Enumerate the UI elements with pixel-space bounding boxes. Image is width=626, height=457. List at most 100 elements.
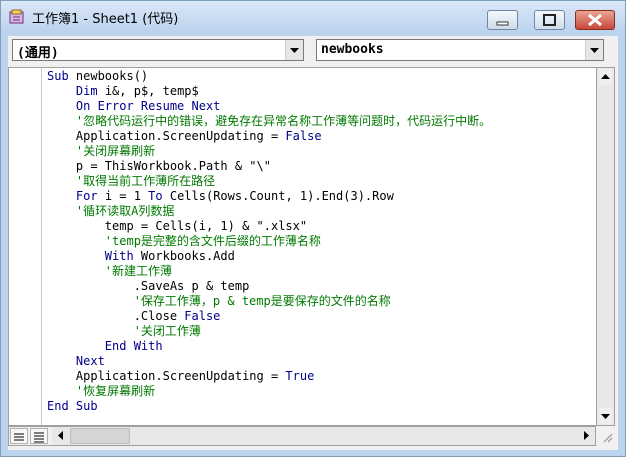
code-keyword: End Sub — [47, 399, 98, 413]
code-keyword: False — [184, 309, 221, 323]
code-comment: '新建工作薄 — [47, 264, 173, 278]
code-comment: '关闭工作薄 — [47, 324, 201, 338]
code-line[interactable]: p = ThisWorkbook.Path & "\" — [47, 159, 491, 174]
maximize-button[interactable] — [534, 10, 565, 30]
code-line[interactable]: .SaveAs p & temp — [47, 279, 491, 294]
code-token: .Close — [47, 309, 185, 323]
code-line[interactable]: '循环读取A列数据 — [47, 204, 491, 219]
code-line[interactable]: '关闭工作薄 — [47, 324, 491, 339]
code-line[interactable]: '关闭屏幕刷新 — [47, 144, 491, 159]
code-keyword: Dim — [75, 84, 98, 98]
title-bar[interactable]: 工作簿1 - Sheet1 (代码) — [1, 1, 625, 31]
object-combo[interactable]: (通用) — [12, 39, 304, 61]
procedure-view-button[interactable] — [10, 428, 28, 444]
code-line[interactable]: Dim i&, p$, temp$ — [47, 84, 491, 99]
code-comment: 'temp是完整的含文件后缀的工作薄名称 — [47, 234, 321, 248]
code-token: p = ThisWorkbook.Path & "\" — [47, 159, 271, 173]
code-keyword: To — [148, 189, 163, 203]
code-token: Application.ScreenUpdating = — [47, 369, 286, 383]
code-line[interactable]: temp = Cells(i, 1) & ".xlsx" — [47, 219, 491, 234]
scroll-down-button[interactable] — [599, 408, 612, 424]
resize-grip[interactable] — [598, 428, 614, 444]
scroll-right-button[interactable] — [579, 428, 594, 444]
minimize-button[interactable] — [487, 10, 518, 30]
code-line[interactable]: '取得当前工作薄所在路径 — [47, 174, 491, 189]
chevron-down-icon — [590, 48, 599, 53]
code-token: i = 1 — [97, 189, 149, 203]
maximize-icon — [543, 14, 556, 26]
code-comment: '关闭屏幕刷新 — [47, 144, 156, 158]
code-keyword: True — [285, 369, 315, 383]
procedure-combo[interactable]: newbooks — [316, 39, 604, 61]
code-line[interactable]: With Workbooks.Add — [47, 249, 491, 264]
code-editor[interactable]: Sub newbooks() Dim i&, p$, temp$ On Erro… — [8, 67, 596, 426]
code-line[interactable]: '新建工作薄 — [47, 264, 491, 279]
procedure-view-icon — [14, 433, 24, 441]
code-comment: '取得当前工作薄所在路径 — [47, 174, 216, 188]
code-text[interactable]: Sub newbooks() Dim i&, p$, temp$ On Erro… — [47, 69, 491, 414]
code-token: newbooks() — [68, 69, 149, 83]
scroll-left-button[interactable] — [53, 428, 68, 444]
code-keyword: Sub — [47, 69, 69, 83]
code-line[interactable]: Application.ScreenUpdating = False — [47, 129, 491, 144]
code-comment: '忽略代码运行中的错误，避免存在异常名称工作薄等问题时，代码运行中断。 — [47, 114, 492, 128]
object-combo-value: (通用) — [17, 46, 59, 61]
code-comment: '保存工作薄，p & temp是要保存的文件的名称 — [47, 294, 391, 308]
code-line[interactable]: On Error Resume Next — [47, 99, 491, 114]
code-token: .SaveAs p & temp — [47, 279, 250, 293]
code-comment: '循环读取A列数据 — [47, 204, 175, 218]
code-line[interactable]: Sub newbooks() — [47, 69, 491, 84]
arrow-right-icon — [584, 431, 589, 440]
code-token: i&, p$, temp$ — [97, 84, 199, 98]
horizontal-scrollbar[interactable] — [52, 427, 595, 445]
bottom-bar — [8, 426, 596, 446]
code-window: 工作簿1 - Sheet1 (代码) (通用) newbooks Sub new… — [0, 0, 626, 457]
code-comment: '恢复屏幕刷新 — [47, 384, 156, 398]
code-line[interactable]: '保存工作薄，p & temp是要保存的文件的名称 — [47, 294, 491, 309]
close-button[interactable] — [575, 10, 615, 30]
window-title: 工作簿1 - Sheet1 (代码) — [32, 12, 179, 27]
margin-indicator-bar[interactable] — [9, 68, 42, 425]
arrow-left-icon — [58, 431, 63, 440]
full-module-view-icon — [34, 432, 44, 443]
code-keyword: With — [104, 249, 134, 263]
close-icon — [588, 13, 602, 27]
minimize-icon — [496, 21, 509, 26]
code-line[interactable]: 'temp是完整的含文件后缀的工作薄名称 — [47, 234, 491, 249]
code-line[interactable]: Application.ScreenUpdating = True — [47, 369, 491, 384]
procedure-combo-value: newbooks — [321, 42, 384, 57]
code-token: temp = Cells(i, 1) & ".xlsx" — [47, 219, 308, 233]
code-token: Application.ScreenUpdating = — [47, 129, 286, 143]
full-module-view-button[interactable] — [30, 428, 48, 444]
resize-grip-icon — [603, 433, 613, 443]
arrow-up-icon — [601, 74, 610, 79]
code-keyword: On Error Resume Next — [75, 99, 221, 113]
procedure-combo-dropdown[interactable] — [585, 40, 603, 60]
vba-module-icon — [9, 9, 25, 24]
vertical-scrollbar[interactable] — [596, 67, 615, 426]
code-keyword: End With — [104, 339, 163, 353]
code-line[interactable]: .Close False — [47, 309, 491, 324]
code-keyword: For — [75, 189, 98, 203]
code-line[interactable]: '恢复屏幕刷新 — [47, 384, 491, 399]
code-line[interactable]: For i = 1 To Cells(Rows.Count, 1).End(3)… — [47, 189, 491, 204]
code-line[interactable]: Next — [47, 354, 491, 369]
code-keyword: False — [285, 129, 322, 143]
arrow-down-icon — [601, 414, 610, 419]
chevron-down-icon — [290, 48, 299, 53]
code-keyword: Next — [75, 354, 105, 368]
code-line[interactable]: End With — [47, 339, 491, 354]
horizontal-scroll-thumb[interactable] — [70, 428, 130, 444]
code-line[interactable]: '忽略代码运行中的错误，避免存在异常名称工作薄等问题时，代码运行中断。 — [47, 114, 491, 129]
code-token: Workbooks.Add — [133, 249, 235, 263]
code-line[interactable]: End Sub — [47, 399, 491, 414]
object-combo-dropdown[interactable] — [285, 40, 303, 60]
code-pane: (通用) newbooks Sub newbooks() Dim i&, p$,… — [8, 36, 618, 450]
scroll-up-button[interactable] — [599, 69, 612, 85]
